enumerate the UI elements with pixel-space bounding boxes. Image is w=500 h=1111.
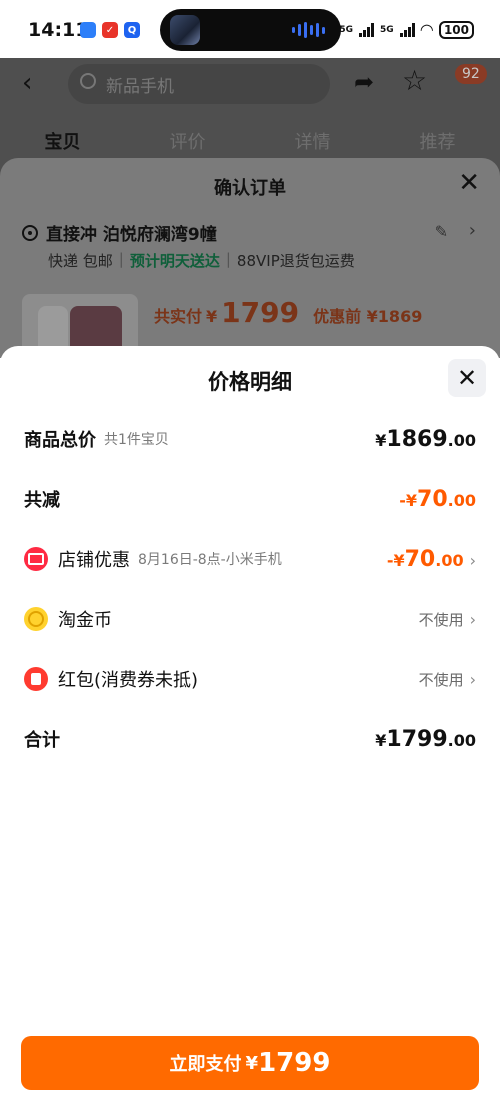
wifi-icon: ◠ (420, 20, 433, 39)
shop-icon (24, 547, 48, 571)
back-arrow-icon[interactable]: ‹ (22, 68, 32, 98)
price-detail-sheet: 价格明细 ✕ 商品总价 共1件宝贝 ¥1869.00 共减 -¥ 70.00 店铺… (0, 346, 500, 1111)
goods-total-amount: ¥1869.00 (375, 426, 476, 452)
cart-badge: 92 (455, 64, 487, 84)
status-app-icons: ✓ Q (80, 22, 140, 38)
tab-reviews[interactable]: 评价 (125, 128, 250, 154)
network-type-1: 5G (339, 24, 353, 35)
shipping-info: 快递 包邮 | 预计明天送达 | 88VIP退货包运费 (48, 250, 355, 271)
search-placeholder: 新品手机 (106, 77, 174, 97)
favorite-star-icon[interactable]: ☆ (402, 64, 427, 97)
confirm-order-title: 确认订单 (214, 178, 286, 199)
tab-details[interactable]: 详情 (250, 128, 375, 154)
divider: | (118, 250, 124, 268)
dynamic-island[interactable] (160, 9, 341, 51)
close-button[interactable]: ✕ (448, 359, 486, 397)
search-icon (80, 73, 96, 89)
row-label: 淘金币 (58, 610, 112, 631)
red-packet-value: 不使用 › (418, 669, 476, 689)
close-icon: ✕ (456, 364, 478, 392)
coin-icon (24, 607, 48, 631)
app-notification-icon: ✓ (102, 22, 118, 38)
share-icon[interactable]: ➦ (354, 68, 374, 96)
chevron-right-icon[interactable]: › (469, 220, 476, 241)
audio-wave-icon (292, 22, 325, 38)
row-label: 共减 (24, 490, 60, 511)
battery-icon: 100 (438, 20, 474, 39)
actual-pay-summary: 共实付 ¥ 1799 优惠前 ¥1869 (154, 296, 422, 329)
status-indicators: 5G 5G ◠ 100 (339, 20, 474, 39)
return-insurance: 88VIP退货包运费 (236, 252, 355, 270)
row-label: 商品总价 (24, 430, 96, 451)
chevron-right-icon: › (469, 609, 476, 629)
close-icon[interactable]: ✕ (458, 168, 480, 198)
edit-icon[interactable]: ✎ (435, 222, 448, 241)
divider: | (225, 250, 231, 268)
app-notification-icon (80, 22, 96, 38)
total-reduction-amount: -¥ 70.00 (399, 486, 476, 512)
delivery-estimate: 预计明天送达 (129, 252, 220, 270)
tab-recommend[interactable]: 推荐 (375, 128, 500, 154)
network-type-2: 5G (379, 24, 394, 35)
actual-pay-label: 共实付 (154, 307, 203, 326)
chevron-right-icon: › (469, 669, 476, 689)
row-shop-discount[interactable]: 店铺优惠 8月16日-8点-小米手机 -¥70.00 › (24, 539, 476, 579)
shipping-method: 快递 包邮 (48, 252, 113, 270)
row-goods-total: 商品总价 共1件宝贝 ¥1869.00 (24, 419, 476, 459)
row-label: 店铺优惠 (58, 550, 130, 571)
row-sum: 合计 ¥1799.00 (24, 719, 476, 759)
address-text: 直接冲 泊悦府澜湾9幢 (46, 225, 217, 245)
row-total-reduction: 共减 -¥ 70.00 (24, 479, 476, 519)
row-sublabel: 8月16日-8点-小米手机 (138, 552, 282, 568)
shop-discount-value: -¥70.00 › (386, 546, 476, 572)
app-notification-icon: Q (124, 22, 140, 38)
row-label: 红包(消费券未抵) (58, 670, 199, 691)
pay-now-button[interactable]: 立即支付 ¥ 1799 (21, 1036, 479, 1090)
now-playing-artwork (170, 15, 200, 45)
sum-amount: ¥1799.00 (375, 726, 476, 752)
pay-button-label: 立即支付 (169, 1054, 242, 1075)
pay-button-currency: ¥ (245, 1052, 259, 1074)
location-pin-icon (22, 224, 38, 241)
tab-item[interactable]: 宝贝 (0, 128, 125, 154)
signal-icon (358, 22, 374, 37)
row-label: 合计 (24, 730, 60, 751)
taojinbi-value: 不使用 › (418, 609, 476, 629)
price-detail-title: 价格明细 (208, 370, 292, 394)
product-tabs: 宝贝 评价 详情 推荐 (0, 128, 500, 154)
currency-symbol: ¥ (206, 307, 218, 326)
pay-button-amount: 1799 (258, 1048, 331, 1078)
confirm-order-sheet: 确认订单 ✕ 直接冲 泊悦府澜湾9幢 ✎ › 快递 包邮 | 预计明天送达 | … (0, 158, 500, 358)
actual-pay-amount: 1799 (221, 296, 300, 329)
before-discount-price: 优惠前 ¥1869 (313, 307, 423, 326)
chevron-right-icon: › (469, 550, 476, 570)
row-taojinbi[interactable]: 淘金币 不使用 › (24, 599, 476, 639)
row-red-packet[interactable]: 红包(消费券未抵) 不使用 › (24, 659, 476, 699)
row-sublabel: 共1件宝贝 (104, 432, 169, 448)
signal-icon (399, 22, 415, 37)
search-input[interactable]: 新品手机 (68, 64, 330, 104)
red-packet-icon (24, 667, 48, 691)
delivery-address[interactable]: 直接冲 泊悦府澜湾9幢 (22, 220, 217, 245)
status-bar: 14:11 ✓ Q 5G 5G ◠ 100 (0, 0, 500, 58)
